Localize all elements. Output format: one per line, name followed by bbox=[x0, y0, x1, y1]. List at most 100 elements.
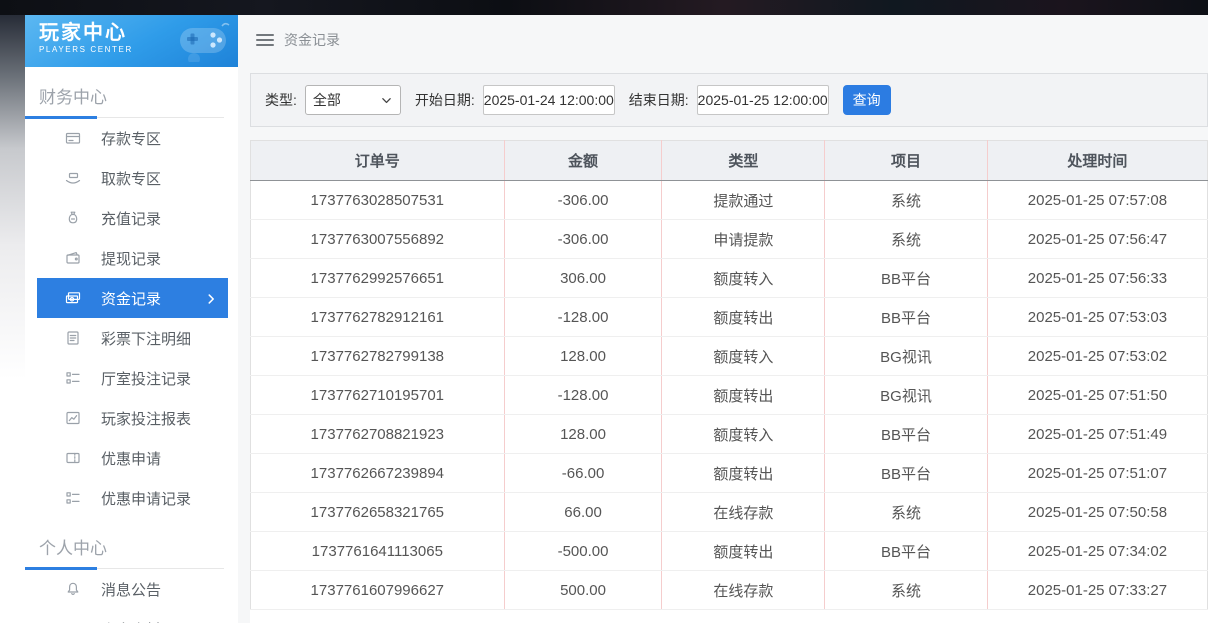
type-select[interactable]: 全部 bbox=[305, 85, 401, 115]
table-cell: 系统 bbox=[825, 571, 988, 610]
promo-records-icon bbox=[65, 490, 81, 506]
sidebar-item-label: 个人资料 bbox=[101, 619, 161, 623]
promo-apply-icon bbox=[65, 450, 81, 466]
table-cell: -500.00 bbox=[504, 532, 662, 571]
sidebar-item-label: 资金记录 bbox=[101, 288, 161, 309]
table-cell: 66.00 bbox=[504, 493, 662, 532]
table-cell: BB平台 bbox=[825, 415, 988, 454]
sidebar: 玩家中心 PLAYERS CENTER 财务中心存款专区取款专区充值记录提现记录… bbox=[25, 15, 238, 623]
table-cell: 1737762782912161 bbox=[251, 298, 505, 337]
sidebar-item-fund-records[interactable]: 资金记录 bbox=[37, 278, 228, 318]
table-cell: -128.00 bbox=[504, 298, 662, 337]
main-content: 资金记录 类型: 全部 开始日期: 结束日期: 查询 订单号金额类型项目处理时间 bbox=[238, 15, 1208, 623]
app-window: 玩家中心 PLAYERS CENTER 财务中心存款专区取款专区充值记录提现记录… bbox=[25, 15, 1208, 623]
records-table: 订单号金额类型项目处理时间 1737763028507531-306.00提款通… bbox=[250, 140, 1208, 610]
section-divider bbox=[25, 117, 224, 118]
table-cell: 1737762667239894 bbox=[251, 454, 505, 493]
table-cell: BB平台 bbox=[825, 259, 988, 298]
table-cell: 1737762782799138 bbox=[251, 337, 505, 376]
withdraw-zone-icon bbox=[65, 170, 81, 186]
table-cell: 额度转入 bbox=[662, 337, 825, 376]
table-cell: 1737762658321765 bbox=[251, 493, 505, 532]
table-row: 1737762667239894-66.00额度转出BB平台2025-01-25… bbox=[251, 454, 1208, 493]
table-cell: 1737763007556892 bbox=[251, 220, 505, 259]
table-cell: 系统 bbox=[825, 181, 988, 220]
table-cell: 1737761641113065 bbox=[251, 532, 505, 571]
table-cell: BB平台 bbox=[825, 454, 988, 493]
table-cell: 306.00 bbox=[504, 259, 662, 298]
sidebar-item-promo-apply[interactable]: 优惠申请 bbox=[37, 438, 228, 478]
app-logo: 玩家中心 PLAYERS CENTER bbox=[25, 15, 238, 67]
table-cell: 额度转入 bbox=[662, 259, 825, 298]
table-cell: 2025-01-25 07:53:03 bbox=[987, 298, 1207, 337]
sidebar-item-label: 消息公告 bbox=[101, 579, 161, 600]
records-table-body: 1737763028507531-306.00提款通过系统2025-01-25 … bbox=[251, 181, 1208, 610]
table-cell: 2025-01-25 07:33:27 bbox=[987, 571, 1207, 610]
hall-bets-icon bbox=[65, 370, 81, 386]
table-cell: BG视讯 bbox=[825, 337, 988, 376]
table-cell: 128.00 bbox=[504, 337, 662, 376]
sidebar-item-label: 厅室投注记录 bbox=[101, 368, 191, 389]
table-cell: 2025-01-25 07:51:50 bbox=[987, 376, 1207, 415]
table-cell: 1737763028507531 bbox=[251, 181, 505, 220]
table-row: 1737763028507531-306.00提款通过系统2025-01-25 … bbox=[251, 181, 1208, 220]
type-label: 类型: bbox=[265, 90, 297, 110]
column-header: 订单号 bbox=[251, 141, 505, 181]
sidebar-item-profile[interactable]: 个人资料 bbox=[37, 609, 228, 623]
sidebar-item-lottery-bets[interactable]: 彩票下注明细 bbox=[37, 318, 228, 358]
sidebar-section-title: 财务中心 bbox=[25, 67, 238, 108]
table-cell: BB平台 bbox=[825, 298, 988, 337]
sidebar-item-label: 彩票下注明细 bbox=[101, 328, 191, 349]
sidebar-item-withdraw-zone[interactable]: 取款专区 bbox=[37, 158, 228, 198]
deposit-zone-icon bbox=[65, 130, 81, 146]
withdrawal-records-icon bbox=[65, 250, 81, 266]
table-cell: -66.00 bbox=[504, 454, 662, 493]
sidebar-item-promo-records[interactable]: 优惠申请记录 bbox=[37, 478, 228, 518]
section-divider bbox=[25, 568, 224, 569]
table-cell: 提款通过 bbox=[662, 181, 825, 220]
sidebar-item-label: 提现记录 bbox=[101, 248, 161, 269]
sidebar-item-deposit-zone[interactable]: 存款专区 bbox=[37, 118, 228, 158]
sidebar-item-withdrawal-records[interactable]: 提现记录 bbox=[37, 238, 228, 278]
chevron-down-icon bbox=[380, 94, 393, 107]
table-cell: -306.00 bbox=[504, 181, 662, 220]
search-button[interactable]: 查询 bbox=[843, 85, 891, 115]
sidebar-item-player-report[interactable]: 玩家投注报表 bbox=[37, 398, 228, 438]
player-report-icon bbox=[65, 410, 81, 426]
table-row: 173776265832176566.00在线存款系统2025-01-25 07… bbox=[251, 493, 1208, 532]
table-cell: BG视讯 bbox=[825, 376, 988, 415]
table-cell: 额度转出 bbox=[662, 532, 825, 571]
table-cell: 额度转出 bbox=[662, 376, 825, 415]
page-left-gutter bbox=[0, 15, 25, 623]
lottery-bets-icon bbox=[65, 330, 81, 346]
recharge-records-icon bbox=[65, 210, 81, 226]
browser-chrome-band bbox=[0, 0, 1208, 15]
sidebar-item-announcements[interactable]: 消息公告 bbox=[37, 569, 228, 609]
table-cell: -306.00 bbox=[504, 220, 662, 259]
table-cell: 2025-01-25 07:56:33 bbox=[987, 259, 1207, 298]
column-header: 处理时间 bbox=[987, 141, 1207, 181]
table-row: 1737762782799138128.00额度转入BG视讯2025-01-25… bbox=[251, 337, 1208, 376]
table-cell: 额度转入 bbox=[662, 415, 825, 454]
sidebar-item-label: 优惠申请记录 bbox=[101, 488, 191, 509]
sidebar-item-hall-bets[interactable]: 厅室投注记录 bbox=[37, 358, 228, 398]
table-cell: 1737762710195701 bbox=[251, 376, 505, 415]
table-cell: 在线存款 bbox=[662, 571, 825, 610]
sidebar-item-recharge-records[interactable]: 充值记录 bbox=[37, 198, 228, 238]
table-cell: 1737761607996627 bbox=[251, 571, 505, 610]
chevron-right-icon bbox=[204, 291, 218, 307]
table-cell: 128.00 bbox=[504, 415, 662, 454]
start-date-input[interactable] bbox=[483, 85, 615, 115]
end-date-label: 结束日期: bbox=[629, 90, 689, 110]
end-date-input[interactable] bbox=[697, 85, 829, 115]
fund-records-icon bbox=[65, 290, 81, 306]
menu-toggle-icon[interactable] bbox=[256, 34, 274, 46]
start-date-label: 开始日期: bbox=[415, 90, 475, 110]
sidebar-item-label: 充值记录 bbox=[101, 208, 161, 229]
column-header: 类型 bbox=[662, 141, 825, 181]
table-cell: 系统 bbox=[825, 493, 988, 532]
page-title: 资金记录 bbox=[284, 30, 340, 50]
table-cell: 2025-01-25 07:34:02 bbox=[987, 532, 1207, 571]
table-cell: BB平台 bbox=[825, 532, 988, 571]
table-cell: 在线存款 bbox=[662, 493, 825, 532]
